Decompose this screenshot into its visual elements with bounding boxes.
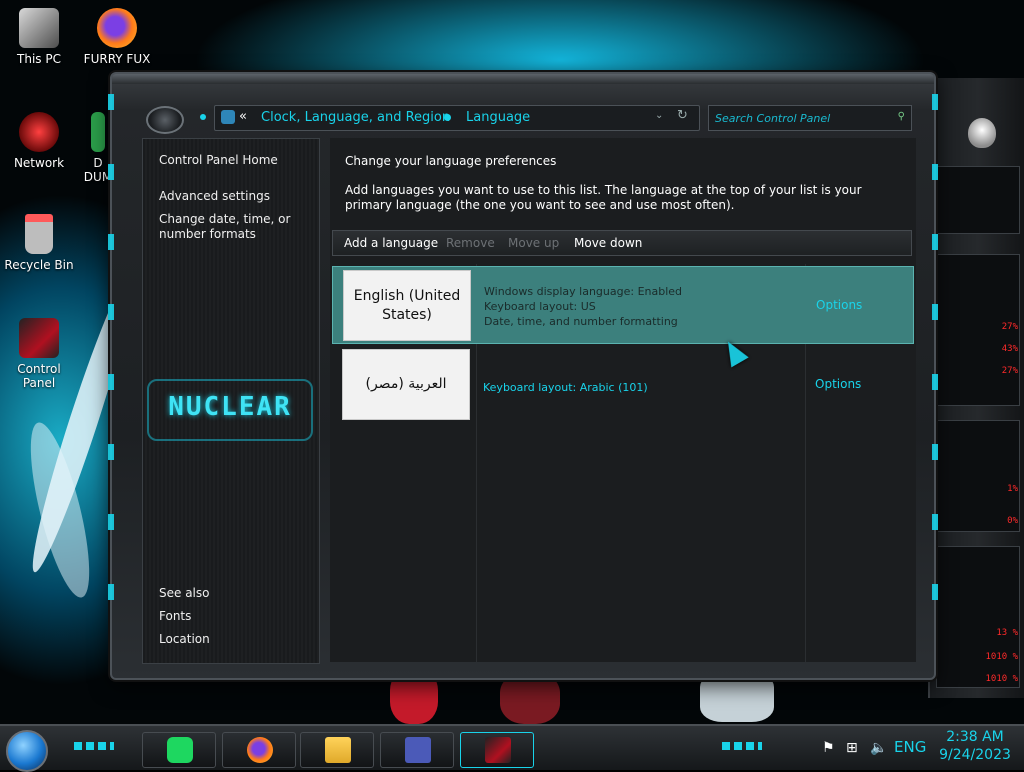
search-input[interactable] — [713, 109, 889, 127]
computer-icon — [19, 8, 59, 48]
control-panel-icon — [19, 318, 59, 358]
control-panel-home-link[interactable]: Control Panel Home — [159, 153, 278, 168]
address-bar[interactable]: « Clock, Language, and Region Language ⌄… — [214, 105, 700, 131]
control-panel-small-icon — [221, 110, 235, 124]
chevron-down-icon[interactable]: ⌄ — [655, 110, 663, 121]
desktop-icon-label: Network — [13, 156, 65, 170]
gadget-readout: 1010 % — [985, 674, 1018, 684]
taskbar-app-window[interactable] — [380, 732, 454, 768]
spotify-icon — [167, 737, 193, 763]
language-row-english[interactable]: English (United States) Windows display … — [332, 266, 914, 344]
nuclear-logo: NUCLEAR — [147, 379, 313, 441]
taskbar-app-control-panel[interactable] — [460, 732, 534, 768]
gadget-readout: 13 % — [996, 628, 1018, 638]
taskbar-accent — [74, 742, 114, 750]
taskbar-app-file-explorer[interactable] — [300, 732, 374, 768]
action-center-flag-icon[interactable]: ⚑ — [822, 740, 835, 756]
move-up-button[interactable]: Move up — [508, 236, 559, 250]
taskbar: ⚑ ⊞ 🔈 ENG 2:38 AM 9/24/2023 — [0, 724, 1024, 772]
gadget-readout: 1010 % — [985, 652, 1018, 662]
fonts-link[interactable]: Fonts — [159, 609, 191, 624]
recycle-bin-icon — [25, 214, 53, 254]
change-date-time-formats-link[interactable]: Change date, time, or number formats — [159, 212, 319, 242]
gadget-readout: 43% — [1001, 344, 1018, 354]
logo-text: NUCLEAR — [168, 392, 292, 422]
arabic-options-link[interactable]: Options — [815, 377, 861, 391]
see-also-heading: See also — [159, 586, 210, 600]
window-accent-right — [932, 94, 938, 654]
window-accent-left — [108, 94, 114, 654]
clock-date: 9/24/2023 — [939, 747, 1011, 763]
language-detail-line: Keyboard layout: US — [484, 300, 596, 313]
control-panel-window: « Clock, Language, and Region Language ⌄… — [108, 72, 938, 680]
desktop-icon-label: This PC — [17, 52, 61, 66]
language-details: Windows display language: Enabled Keyboa… — [484, 284, 682, 329]
gadget-readout: 27% — [1001, 366, 1018, 376]
desktop-icon-label: FURRY FUX — [83, 52, 151, 66]
language-name-tile[interactable]: العربية (مصر) — [342, 349, 470, 420]
gadget-panel — [936, 166, 1020, 234]
network-tray-icon[interactable]: ⊞ — [846, 740, 858, 756]
page-title: Change your language preferences — [345, 154, 557, 168]
add-language-button[interactable]: Add a language — [344, 236, 438, 250]
desktop-icon-control-panel[interactable]: Control Panel — [0, 318, 78, 390]
gadget-readout: 0% — [1007, 516, 1018, 526]
desktop-icon-label: Control Panel — [17, 362, 61, 390]
desktop-icon-label: Recycle Bin — [4, 258, 74, 272]
refresh-icon[interactable]: ↻ — [677, 108, 688, 123]
app-icon — [91, 112, 105, 152]
window-icon — [405, 737, 431, 763]
clock-time: 2:38 AM — [946, 729, 1004, 745]
language-detail-line: Keyboard layout: Arabic (101) — [483, 381, 648, 394]
input-language-indicator[interactable]: ENG — [894, 738, 926, 756]
main-content: Change your language preferences Add lan… — [330, 138, 916, 662]
window-title-bar[interactable] — [112, 74, 934, 84]
system-monitor-gadget: 27% 43% 27% 1% 0% 13 % 1010 % 1010 % — [928, 78, 1024, 698]
language-toolbar: Add a language Remove Move up Move down — [332, 230, 912, 256]
language-details: Keyboard layout: Arabic (101) — [483, 380, 648, 395]
breadcrumb-separator-icon — [444, 114, 451, 121]
language-name-tile[interactable]: English (United States) — [343, 270, 471, 341]
network-icon — [19, 112, 59, 152]
start-button[interactable] — [6, 730, 48, 772]
desktop-icon-firefox[interactable]: FURRY FUX — [78, 8, 156, 66]
move-down-button[interactable]: Move down — [574, 236, 642, 250]
desktop-icon-this-pc[interactable]: This PC — [0, 8, 78, 66]
history-dot-icon — [200, 114, 206, 120]
remove-button[interactable]: Remove — [446, 236, 495, 250]
search-box[interactable]: ⚲ — [708, 105, 912, 131]
taskbar-app-firefox[interactable] — [222, 732, 296, 768]
gadget-readout: 1% — [1007, 484, 1018, 494]
taskbar-app-spotify[interactable] — [142, 732, 216, 768]
alien-logo-icon — [968, 118, 996, 148]
firefox-icon — [247, 737, 273, 763]
file-explorer-icon — [325, 737, 351, 763]
language-row-arabic[interactable]: العربية (مصر) Keyboard layout: Arabic (1… — [332, 346, 912, 422]
page-description: Add languages you want to use to this li… — [345, 183, 862, 212]
gadget-readout: 27% — [1001, 322, 1018, 332]
control-panel-icon — [485, 737, 511, 763]
english-options-link[interactable]: Options — [816, 298, 862, 312]
language-detail-line: Windows display language: Enabled — [484, 285, 683, 298]
volume-icon[interactable]: 🔈 — [870, 740, 887, 756]
search-icon[interactable]: ⚲ — [898, 111, 905, 122]
language-detail-line: Date, time, and number formatting — [484, 315, 678, 328]
taskbar-clock[interactable]: 2:38 AM 9/24/2023 — [930, 728, 1020, 764]
firefox-icon — [97, 8, 137, 48]
breadcrumb-clock-language-region[interactable]: Clock, Language, and Region — [261, 110, 450, 125]
desktop-icon-network[interactable]: Network — [0, 112, 78, 170]
back-forward-button[interactable] — [146, 106, 184, 134]
location-link[interactable]: Location — [159, 632, 210, 647]
gadget-panel — [936, 546, 1020, 688]
taskbar-accent — [722, 742, 762, 750]
advanced-settings-link[interactable]: Advanced settings — [159, 189, 270, 204]
chevron-left-icon[interactable]: « — [239, 109, 247, 124]
left-navigation-pane: Control Panel Home Advanced settings Cha… — [142, 138, 320, 664]
breadcrumb-language[interactable]: Language — [466, 110, 530, 125]
desktop-icon-recycle-bin[interactable]: Recycle Bin — [0, 214, 78, 272]
